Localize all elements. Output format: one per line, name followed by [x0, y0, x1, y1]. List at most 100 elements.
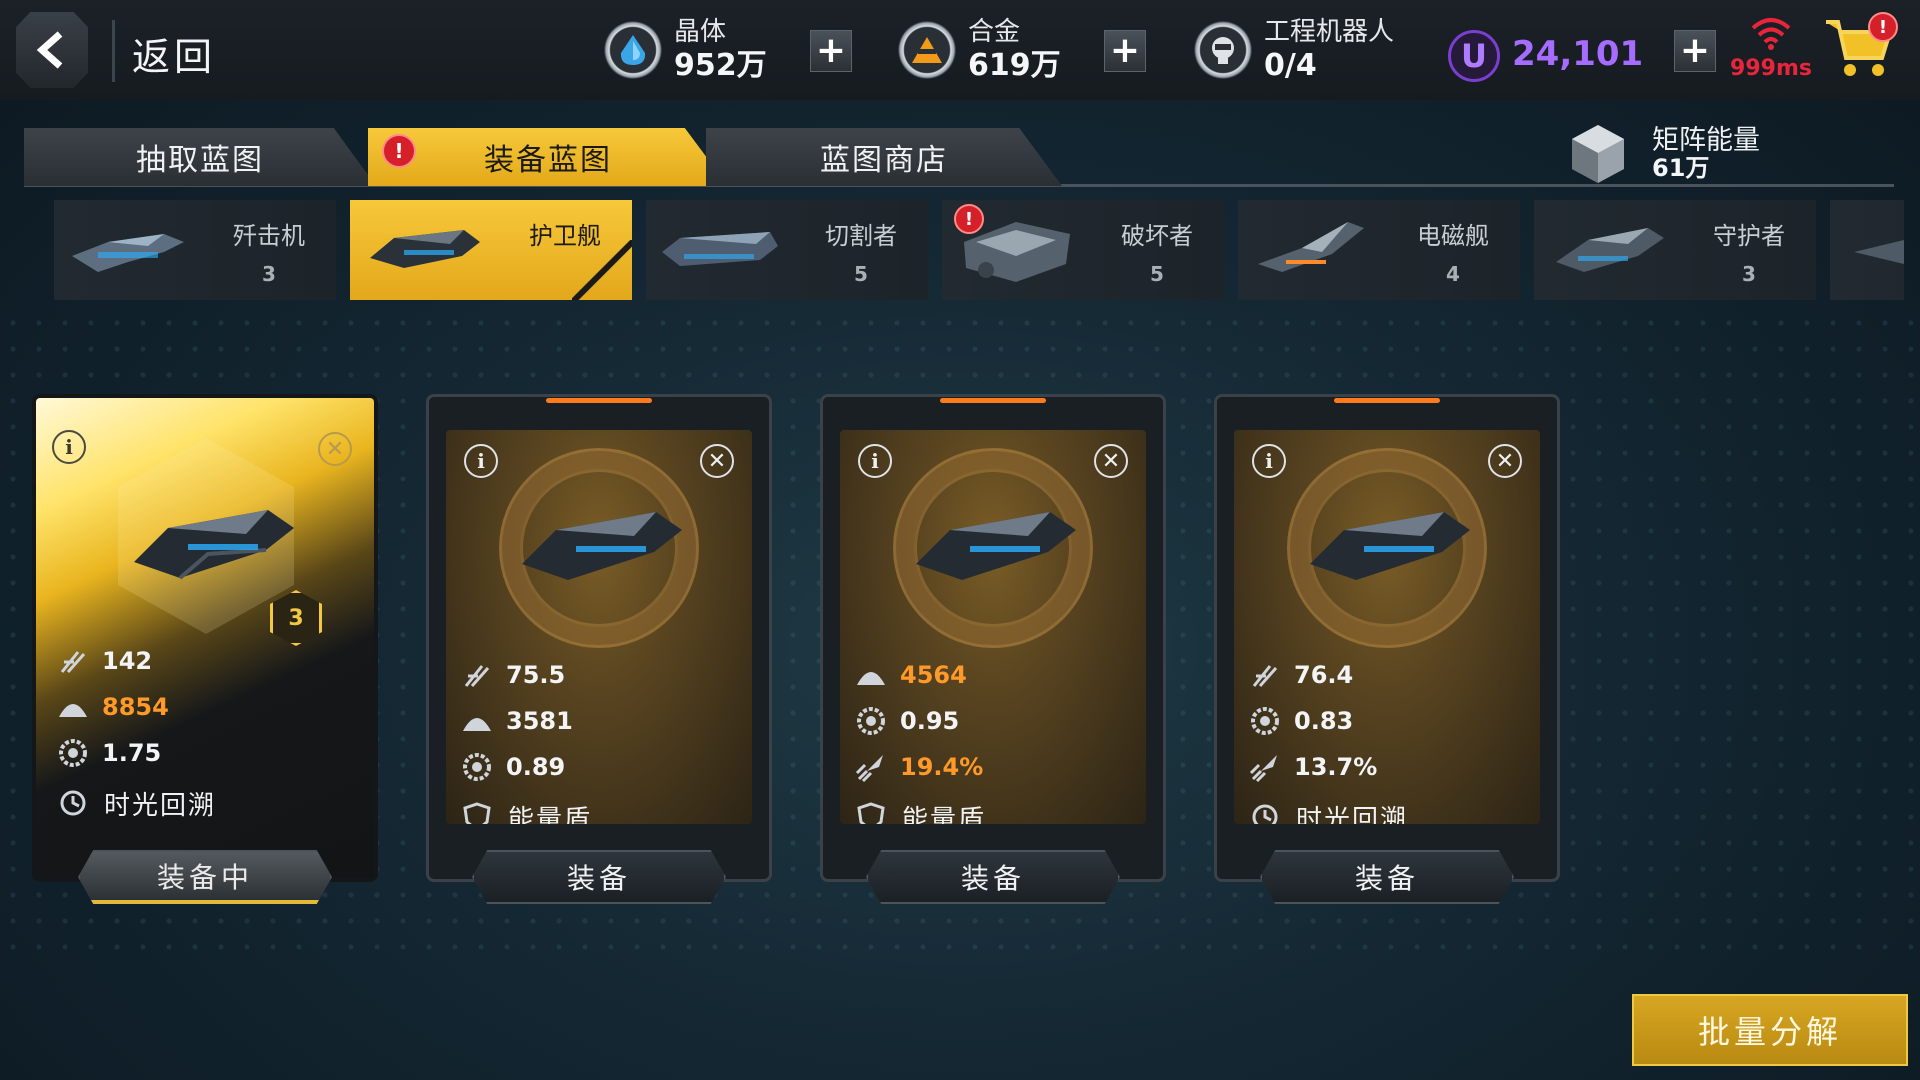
ship-type-name: 电磁舰 [1417, 222, 1489, 250]
back-label[interactable]: 返回 [132, 26, 216, 81]
ship-type-row: 歼击机 3 护卫舰 切割者 5 破坏者 5 ! 电磁舰 4 守护者 3 [54, 200, 1904, 302]
close-icon[interactable]: ✕ [318, 432, 352, 466]
escort-ship-icon [1310, 512, 1470, 580]
attack-icon [460, 658, 494, 692]
stat-value: 0.95 [900, 707, 960, 735]
tab-label: 装备蓝图 [484, 143, 612, 178]
stat-rate: 0.89 [460, 744, 750, 790]
gear-icon [854, 704, 888, 738]
crystal-value: 952万 [674, 48, 767, 83]
blueprint-card-equipped[interactable]: i ✕ 3 142 8854 1.75 时光回溯 装备中 [32, 394, 378, 910]
card-glow [546, 398, 652, 403]
stat-value: 75.5 [506, 661, 566, 689]
ship-type-count: 4 [1446, 262, 1460, 286]
ship-icon [662, 232, 778, 266]
crystal-icon [604, 21, 662, 79]
time-rewind-icon [1248, 800, 1282, 824]
robot-icon [1194, 21, 1252, 79]
ship-icon [1556, 228, 1664, 272]
blueprint-card[interactable]: i ✕ 75.5 3581 0.89 能量盾 装备 [426, 394, 772, 910]
blueprint-card[interactable]: i ✕ 76.4 0.83 13.7% 时光回溯 装备 [1214, 394, 1560, 910]
rocket-icon [1248, 750, 1282, 784]
ship-type-name: 破坏者 [1121, 222, 1193, 250]
skill-name: 时光回溯 [104, 790, 217, 821]
shield-icon [854, 800, 888, 824]
close-icon[interactable]: ✕ [1094, 444, 1128, 478]
equip-button[interactable]: 装备 [1260, 850, 1514, 904]
rank-level: 3 [288, 605, 304, 631]
network-status: 999ms [1726, 16, 1816, 81]
card-art: i ✕ 76.4 0.83 13.7% 时光回溯 [1234, 430, 1540, 824]
close-icon[interactable]: ✕ [700, 444, 734, 478]
ping-value: 999ms [1730, 56, 1812, 81]
ship-type-escort[interactable]: 护卫舰 [350, 200, 632, 300]
hull-icon [854, 658, 888, 692]
equip-button[interactable]: 装备 [472, 850, 726, 904]
stat-value: 76.4 [1294, 661, 1354, 689]
shield-icon [460, 800, 494, 824]
add-alloy-button[interactable]: + [1104, 30, 1146, 72]
tab-equip-blueprint[interactable]: 装备蓝图 [368, 128, 728, 186]
divider [112, 20, 115, 82]
escort-ship-icon [522, 512, 682, 580]
ship-type-destroyer[interactable]: 破坏者 5 [942, 200, 1224, 300]
alloy-label: 合金 [968, 17, 1021, 47]
card-stats: 4564 0.95 19.4% 能量盾 [854, 652, 1144, 824]
ship-type-count: 3 [262, 262, 276, 286]
matrix-energy-value: 61万 [1652, 153, 1710, 182]
ship-type-emp-ship[interactable]: 电磁舰 4 [1238, 200, 1520, 300]
tab-draw-blueprint[interactable]: 抽取蓝图 [24, 128, 376, 186]
tab-label: 抽取蓝图 [136, 143, 264, 178]
hull-icon [460, 704, 494, 738]
matrix-energy: 矩阵能量 61万 [1568, 118, 1760, 190]
ship-type-cutter[interactable]: 切割者 5 [646, 200, 928, 300]
stat-rate: 0.83 [1248, 698, 1538, 744]
equip-button[interactable]: 装备 [866, 850, 1120, 904]
stat-value: 13.7% [1294, 753, 1378, 781]
back-button[interactable] [16, 12, 88, 88]
stat-attack: 75.5 [460, 652, 750, 698]
info-icon[interactable]: i [1252, 444, 1286, 478]
stat-attack: 76.4 [1248, 652, 1538, 698]
time-rewind-icon [56, 786, 90, 820]
matrix-cube-icon [1572, 125, 1624, 183]
add-u-currency-button[interactable]: + [1674, 30, 1716, 72]
skill-name: 能量盾 [508, 804, 593, 825]
attack-icon [56, 644, 90, 678]
wifi-icon [1751, 18, 1791, 50]
crystal-label: 晶体 [674, 17, 727, 47]
stat-value: 1.75 [102, 739, 162, 767]
info-icon[interactable]: i [464, 444, 498, 478]
ship-icon [1258, 222, 1364, 272]
card-art: i ✕ 4564 0.95 19.4% 能量盾 [840, 430, 1146, 824]
ship-type-count: 5 [854, 262, 868, 286]
ship-type-more[interactable] [1830, 200, 1904, 300]
batch-dismantle-button[interactable]: 批量分解 [1632, 994, 1908, 1066]
tab-alert-badge: ! [382, 134, 416, 168]
info-icon[interactable]: i [52, 430, 86, 464]
ship-type-fighter[interactable]: 歼击机 3 [54, 200, 336, 300]
card-glow [940, 398, 1046, 403]
u-currency-icon: U [1448, 30, 1500, 82]
ship-type-name: 守护者 [1713, 222, 1785, 250]
shop-cart-button[interactable]: ! [1822, 12, 1900, 88]
add-crystal-button[interactable]: + [810, 30, 852, 72]
stat-hull: 3581 [460, 698, 750, 744]
ship-type-alert-badge: ! [954, 204, 984, 234]
ship-type-guardian[interactable]: 守护者 3 [1534, 200, 1816, 300]
chevron-left-icon [36, 31, 63, 69]
stat-value: 142 [102, 647, 153, 675]
equipped-button[interactable]: 装备中 [78, 850, 332, 904]
stat-rate: 0.95 [854, 698, 1144, 744]
tab-blueprint-shop[interactable]: 蓝图商店 [706, 128, 1062, 186]
selected-stripe [572, 240, 632, 300]
gear-icon [1248, 704, 1282, 738]
close-icon[interactable]: ✕ [1488, 444, 1522, 478]
alloy-resource: 合金 619万 [898, 14, 1061, 86]
skill-time-rewind: 时光回溯 [1248, 790, 1538, 824]
info-icon[interactable]: i [858, 444, 892, 478]
blueprint-card[interactable]: i ✕ 4564 0.95 19.4% 能量盾 装备 [820, 394, 1166, 910]
card-stats: 75.5 3581 0.89 能量盾 [460, 652, 750, 824]
skill-name: 时光回溯 [1296, 804, 1409, 825]
stat-rate: 1.75 [56, 730, 346, 776]
